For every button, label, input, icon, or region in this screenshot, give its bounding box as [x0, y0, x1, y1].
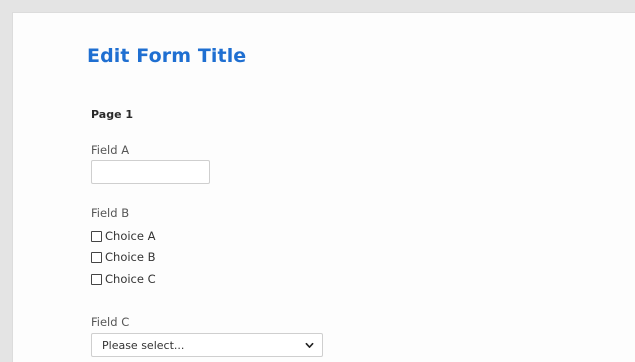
field-c-label: Field C	[91, 315, 130, 329]
select-value: Please select...	[102, 338, 185, 352]
field-a-input[interactable]	[91, 160, 210, 184]
choice-a-option[interactable]: Choice A	[91, 229, 155, 243]
choice-c-label: Choice C	[105, 272, 156, 286]
choice-a-label: Choice A	[105, 229, 156, 243]
choice-b-label: Choice B	[105, 250, 156, 264]
checkbox-icon[interactable]	[91, 230, 102, 242]
checkbox-icon[interactable]	[91, 251, 102, 263]
checkbox-icon[interactable]	[91, 273, 102, 285]
field-c-select[interactable]: Please select...	[91, 333, 323, 357]
form-title[interactable]: Edit Form Title	[87, 45, 246, 67]
choice-c-option[interactable]: Choice C	[91, 272, 156, 286]
field-a-label: Field A	[91, 143, 130, 157]
field-b-label: Field B	[91, 206, 130, 220]
choice-b-option[interactable]: Choice B	[91, 250, 156, 264]
chevron-down-icon	[305, 342, 314, 348]
page-label: Page 1	[91, 108, 134, 121]
form-page: Edit Form Title Page 1 Field A Field B C…	[12, 12, 635, 362]
